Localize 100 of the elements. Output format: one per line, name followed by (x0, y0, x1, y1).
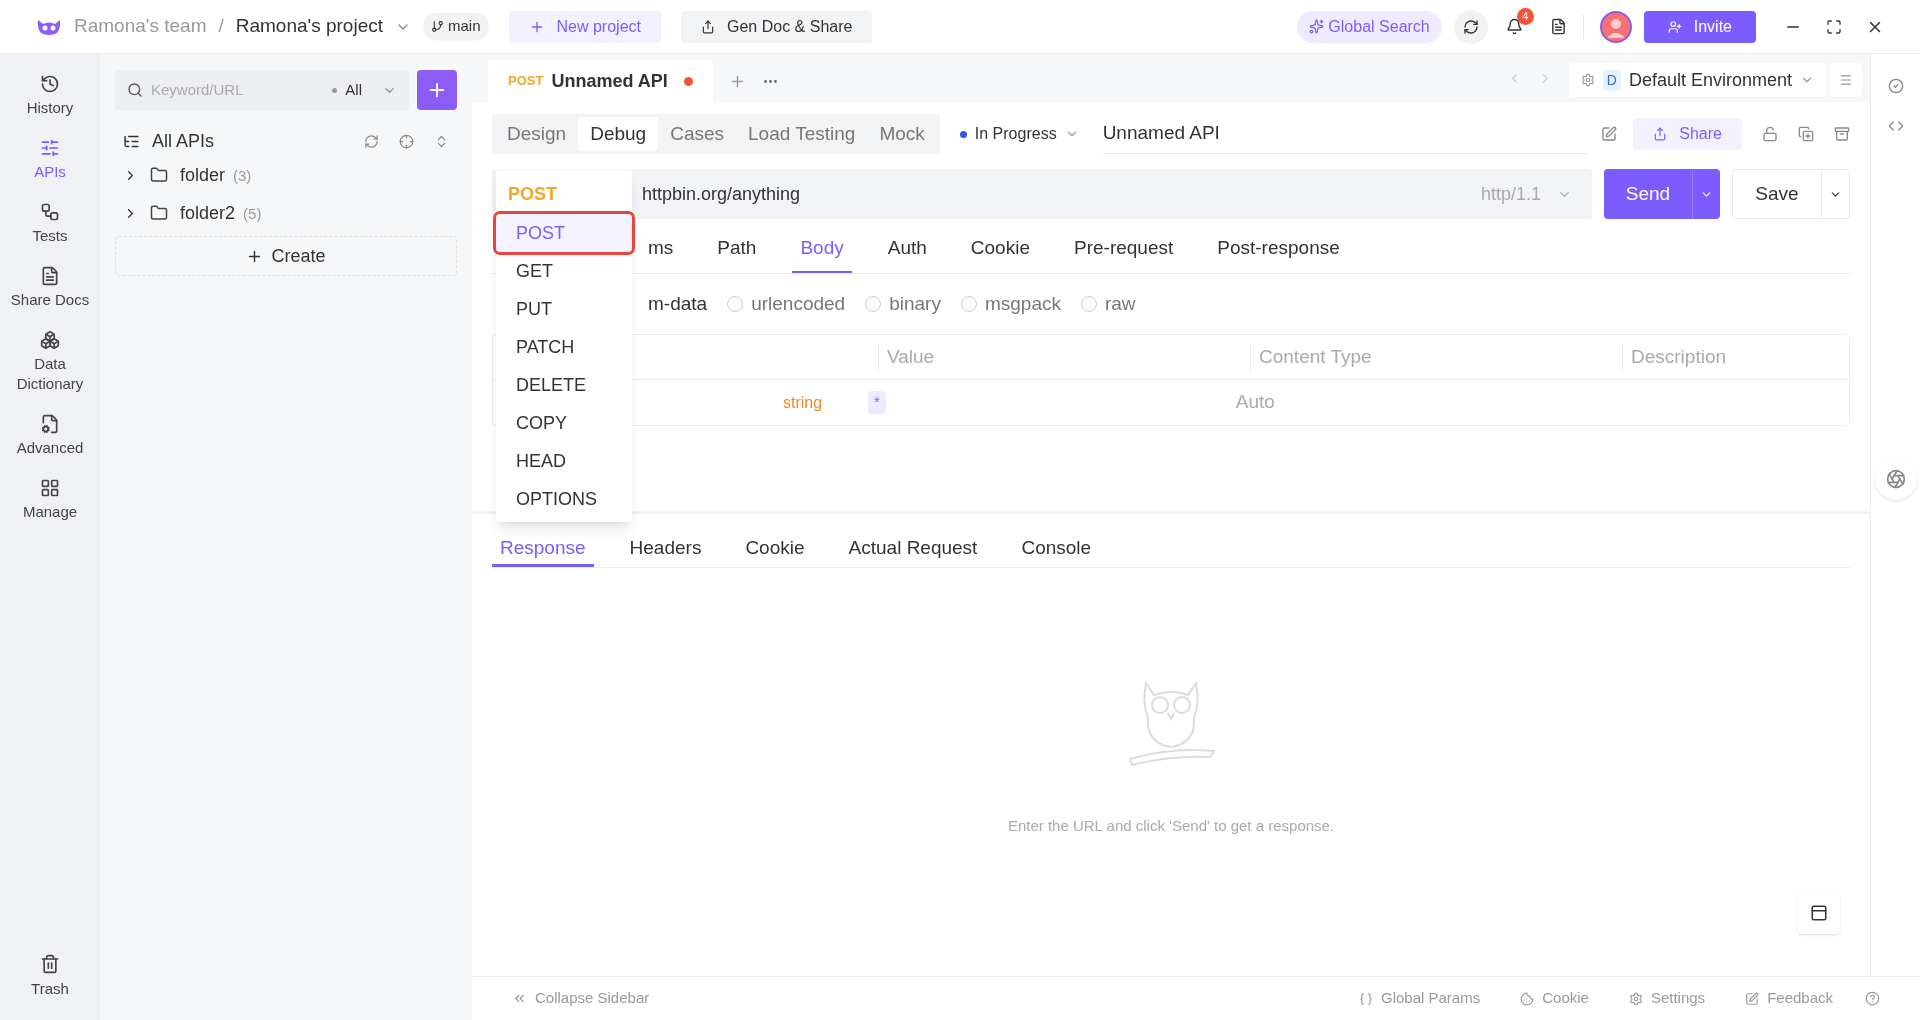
response-tab[interactable]: Console (1013, 533, 1100, 567)
response-tab[interactable]: Actual Request (840, 533, 986, 567)
sidebar-item[interactable]: Share Docs (5, 258, 95, 318)
tree-folder[interactable]: folder (3) (115, 156, 457, 194)
request-tab[interactable]: Pre-request (1066, 225, 1182, 273)
mode-tab[interactable]: Mock (867, 117, 937, 151)
response-tab[interactable]: Cookie (737, 533, 813, 567)
method-option[interactable]: HEAD (496, 442, 632, 480)
sidebar-item[interactable]: Advanced (5, 406, 95, 466)
share-icon (701, 19, 715, 34)
sidebar-item[interactable]: APIs (5, 130, 95, 190)
body-type-option[interactable]: m-data (648, 289, 708, 319)
request-tab[interactable]: ms (640, 225, 682, 273)
user-plus-icon (1667, 19, 1682, 34)
response-tab[interactable]: Response (492, 533, 594, 567)
method-option[interactable]: POST (496, 214, 632, 252)
api-name-field[interactable]: Unnamed API (1102, 114, 1587, 154)
sidebar-item[interactable]: Tests (5, 194, 95, 254)
document-tab[interactable]: POST Unnamed API (488, 60, 713, 102)
request-tab[interactable]: Post-response (1209, 225, 1348, 273)
layout-icon (1810, 904, 1828, 922)
status-dropdown[interactable]: In Progress (959, 122, 1079, 146)
branch-name: main (448, 16, 481, 37)
content-type-cell-text: Auto (1235, 390, 1275, 415)
mode-tab[interactable]: Cases (658, 117, 736, 151)
type-label: string (783, 392, 824, 413)
locate-icon[interactable] (399, 133, 414, 149)
request-tab[interactable]: Body (792, 225, 852, 273)
new-project-button[interactable]: New project (508, 10, 661, 43)
body-type-option[interactable]: raw (1080, 289, 1136, 319)
column-header: Content Type (1259, 345, 1372, 367)
trash-icon (40, 953, 60, 974)
url-text: httpbin.org/anything (642, 182, 801, 206)
search-icon (127, 82, 143, 98)
project-name[interactable]: Ramona's project (235, 12, 383, 41)
body-type-option[interactable]: binary (865, 289, 941, 319)
required-marker[interactable]: * (868, 391, 886, 414)
create-button[interactable]: Create (115, 236, 457, 276)
avatar[interactable] (1599, 10, 1632, 43)
sidebar-item[interactable]: History (5, 66, 95, 126)
all-apis-label[interactable]: All APIs (152, 127, 215, 155)
archive-icon[interactable] (1834, 126, 1850, 142)
body-type-option[interactable]: msgpack (960, 289, 1061, 319)
layout-button[interactable] (1798, 892, 1840, 934)
column-header: Description (1631, 345, 1727, 367)
column-header: Value (887, 345, 935, 367)
check-circle-icon[interactable] (1887, 78, 1904, 94)
sidebar-item[interactable]: Data Dictionary (5, 322, 95, 402)
request-tab[interactable]: Auth (879, 225, 935, 273)
maximize-icon[interactable] (1826, 18, 1842, 35)
method-option[interactable]: DELETE (496, 366, 632, 404)
response-tab[interactable]: Headers (621, 533, 710, 567)
search-field[interactable]: Keyword/URL All (115, 70, 409, 110)
add-button[interactable] (417, 70, 457, 110)
method-option[interactable]: COPY (496, 404, 632, 442)
method-option[interactable]: OPTIONS (496, 480, 632, 518)
refresh-icon (1462, 18, 1479, 35)
menu-icon (1839, 73, 1853, 87)
notification-badge: 4 (1516, 7, 1534, 25)
folder-icon (150, 204, 168, 222)
grid-icon (40, 478, 60, 498)
invite-button[interactable]: Invite (1643, 10, 1756, 43)
unlock-icon[interactable] (1762, 126, 1778, 142)
edit-icon (1745, 991, 1760, 1006)
help-icon[interactable] (1865, 991, 1880, 1006)
filter-dropdown[interactable]: All (332, 78, 397, 102)
sidebar-item[interactable]: Trash (31, 953, 69, 1008)
tree-folder[interactable]: folder2 (5) (115, 194, 457, 232)
sync-button[interactable] (1453, 9, 1488, 44)
url-bar[interactable]: httpbin.org/anything http/1.1 (634, 169, 1592, 219)
mode-tab[interactable]: Debug (578, 117, 659, 151)
sliders-icon (40, 138, 60, 158)
global-search-button[interactable]: Global Search (1297, 10, 1442, 43)
empty-message: Enter the URL and click 'Send' to get a response. (1007, 816, 1335, 836)
gear-icon (1580, 73, 1595, 87)
request-tab[interactable]: Path (709, 225, 765, 273)
request-tab[interactable]: Cookie (962, 225, 1038, 273)
method-option[interactable]: PUT (496, 290, 632, 328)
notes-icon[interactable] (1549, 18, 1567, 35)
share-button[interactable]: Share (1633, 118, 1742, 150)
sidebar-item[interactable]: Manage (5, 470, 95, 530)
bell-icon[interactable] (1506, 18, 1524, 35)
environment-selector[interactable]: D Default Environment (1568, 63, 1826, 97)
refresh-icon[interactable] (364, 133, 379, 149)
gen-doc-button[interactable]: Gen Doc & Share (681, 10, 873, 43)
mode-tab[interactable]: Design (495, 117, 579, 151)
braces-icon (1359, 991, 1373, 1006)
branch-badge[interactable]: main (423, 12, 489, 41)
method-option[interactable]: PATCH (496, 328, 632, 366)
mode-tab[interactable]: Load Testing (736, 117, 868, 151)
code-icon[interactable] (1887, 118, 1904, 134)
edit-icon[interactable] (1601, 126, 1618, 142)
body-type-option[interactable]: urlencoded (727, 289, 846, 319)
document-icon (40, 266, 60, 286)
branch-icon (431, 20, 444, 33)
send-button[interactable]: Send (1604, 169, 1692, 219)
duplicate-icon[interactable] (1798, 126, 1814, 142)
cookie-icon (1520, 991, 1535, 1006)
workflow-icon (40, 202, 60, 222)
method-option[interactable]: GET (496, 252, 632, 290)
